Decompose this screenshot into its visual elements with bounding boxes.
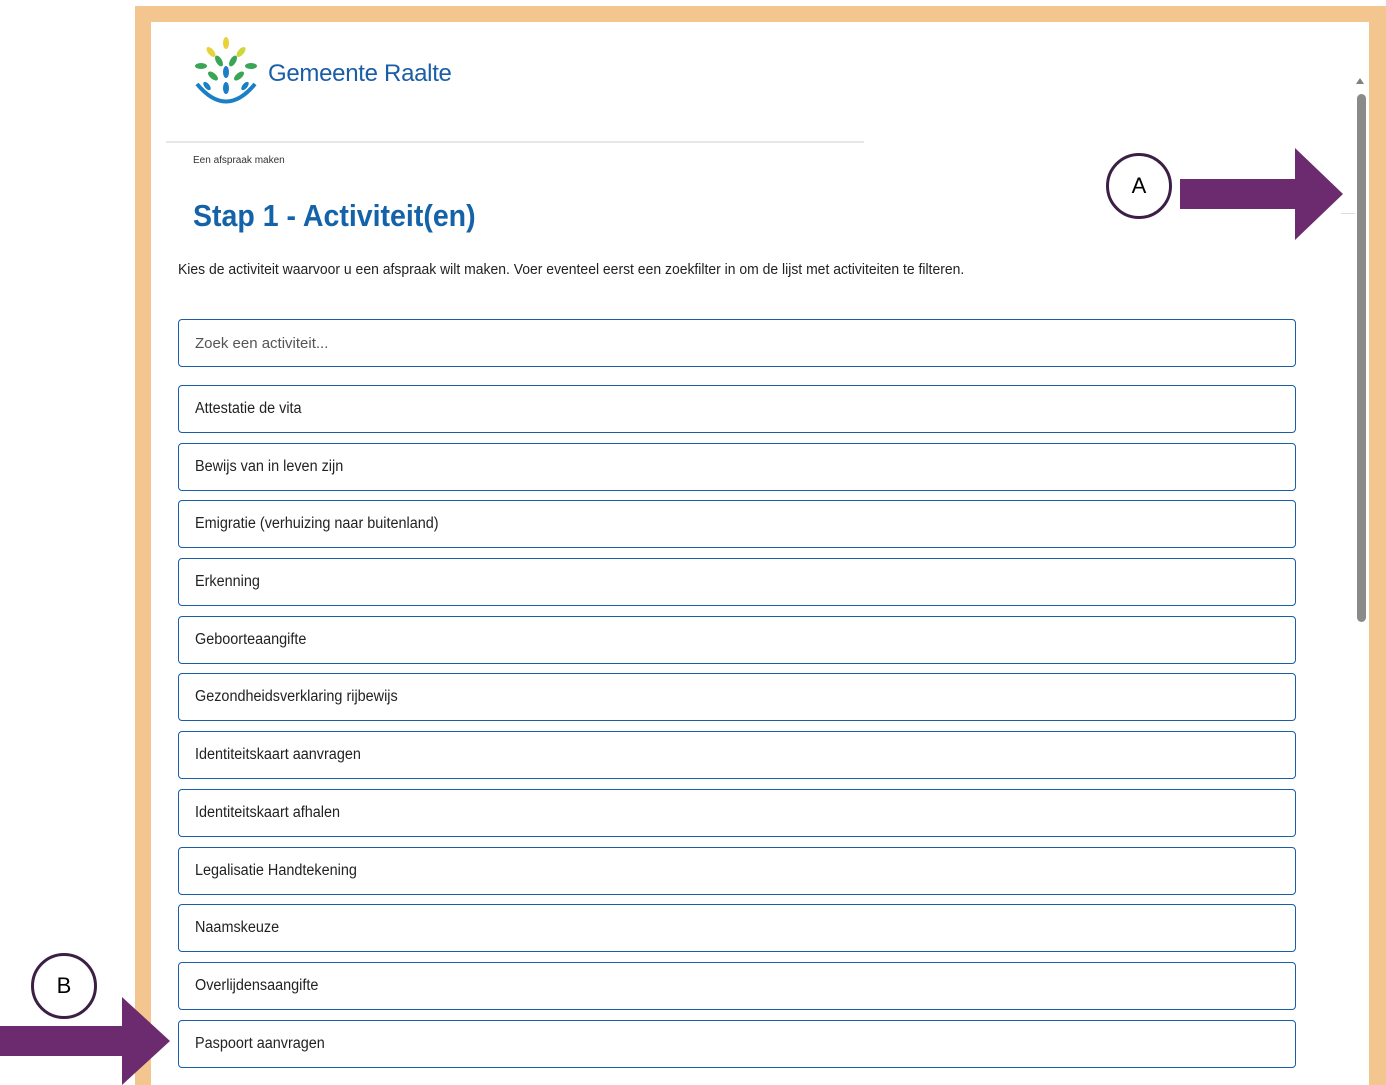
activity-item[interactable]: Attestatie de vita [178,385,1296,433]
activity-label: Overlijdensaangifte [195,976,319,994]
activity-label: Identiteitskaart afhalen [195,803,341,821]
activity-list: Attestatie de vita Bewijs van in leven z… [178,385,1296,1077]
activity-label: Naamskeuze [195,919,280,937]
callout-a-label: A [1131,173,1147,198]
activity-label: Paspoort aanvragen [195,1034,325,1052]
activity-item[interactable]: Naamskeuze [178,904,1296,953]
activity-label: Identiteitskaart aanvragen [195,746,361,764]
activity-label: Attestatie de vita [195,400,302,417]
activity-item[interactable]: Gezondheidsverklaring rijbewijs [178,673,1296,722]
activity-label: Geboorteaangifte [195,630,307,648]
gemeente-raalte-logo[interactable] [191,34,261,114]
activity-item[interactable]: Legalisatie Handtekening [178,846,1296,895]
activity-label: Legalisatie Handtekening [195,861,357,879]
activity-label: Gezondheidsverklaring rijbewijs [195,688,398,706]
activity-item[interactable]: Geboorteaangifte [178,615,1296,664]
header-divider [166,141,864,143]
page-title: Stap 1 - Activiteit(en) [193,198,476,233]
scrollbar-thumb[interactable] [1357,94,1366,622]
callout-a: A [1106,153,1172,219]
activity-item[interactable]: Identiteitskaart afhalen [178,788,1296,837]
activity-item[interactable]: Paspoort aanvragen [178,1019,1296,1068]
activity-item[interactable]: Erkenning [178,558,1296,607]
activity-label: Emigratie (verhuizing naar buitenland) [195,515,439,533]
intro-text: Kies de activiteit waarvoor u een afspra… [178,261,965,278]
brand-name[interactable]: Gemeente Raalte [268,60,452,88]
scrollbar[interactable] [1353,78,1369,1085]
scroll-up-icon[interactable] [1356,78,1364,84]
breadcrumb: Een afspraak maken [193,155,285,166]
activity-label: Erkenning [195,573,260,591]
activity-search-input[interactable] [178,319,1296,367]
arrow-right-icon [1180,148,1343,240]
activity-label: Bewijs van in leven zijn [195,457,344,475]
callout-b-label: B [56,973,72,998]
activity-item[interactable]: Emigratie (verhuizing naar buitenland) [178,500,1296,549]
activity-item[interactable]: Identiteitskaart aanvragen [178,731,1296,780]
arrow-right-icon [0,997,170,1085]
activity-item[interactable]: Overlijdensaangifte [178,961,1296,1010]
activity-item[interactable]: Bewijs van in leven zijn [178,442,1296,491]
